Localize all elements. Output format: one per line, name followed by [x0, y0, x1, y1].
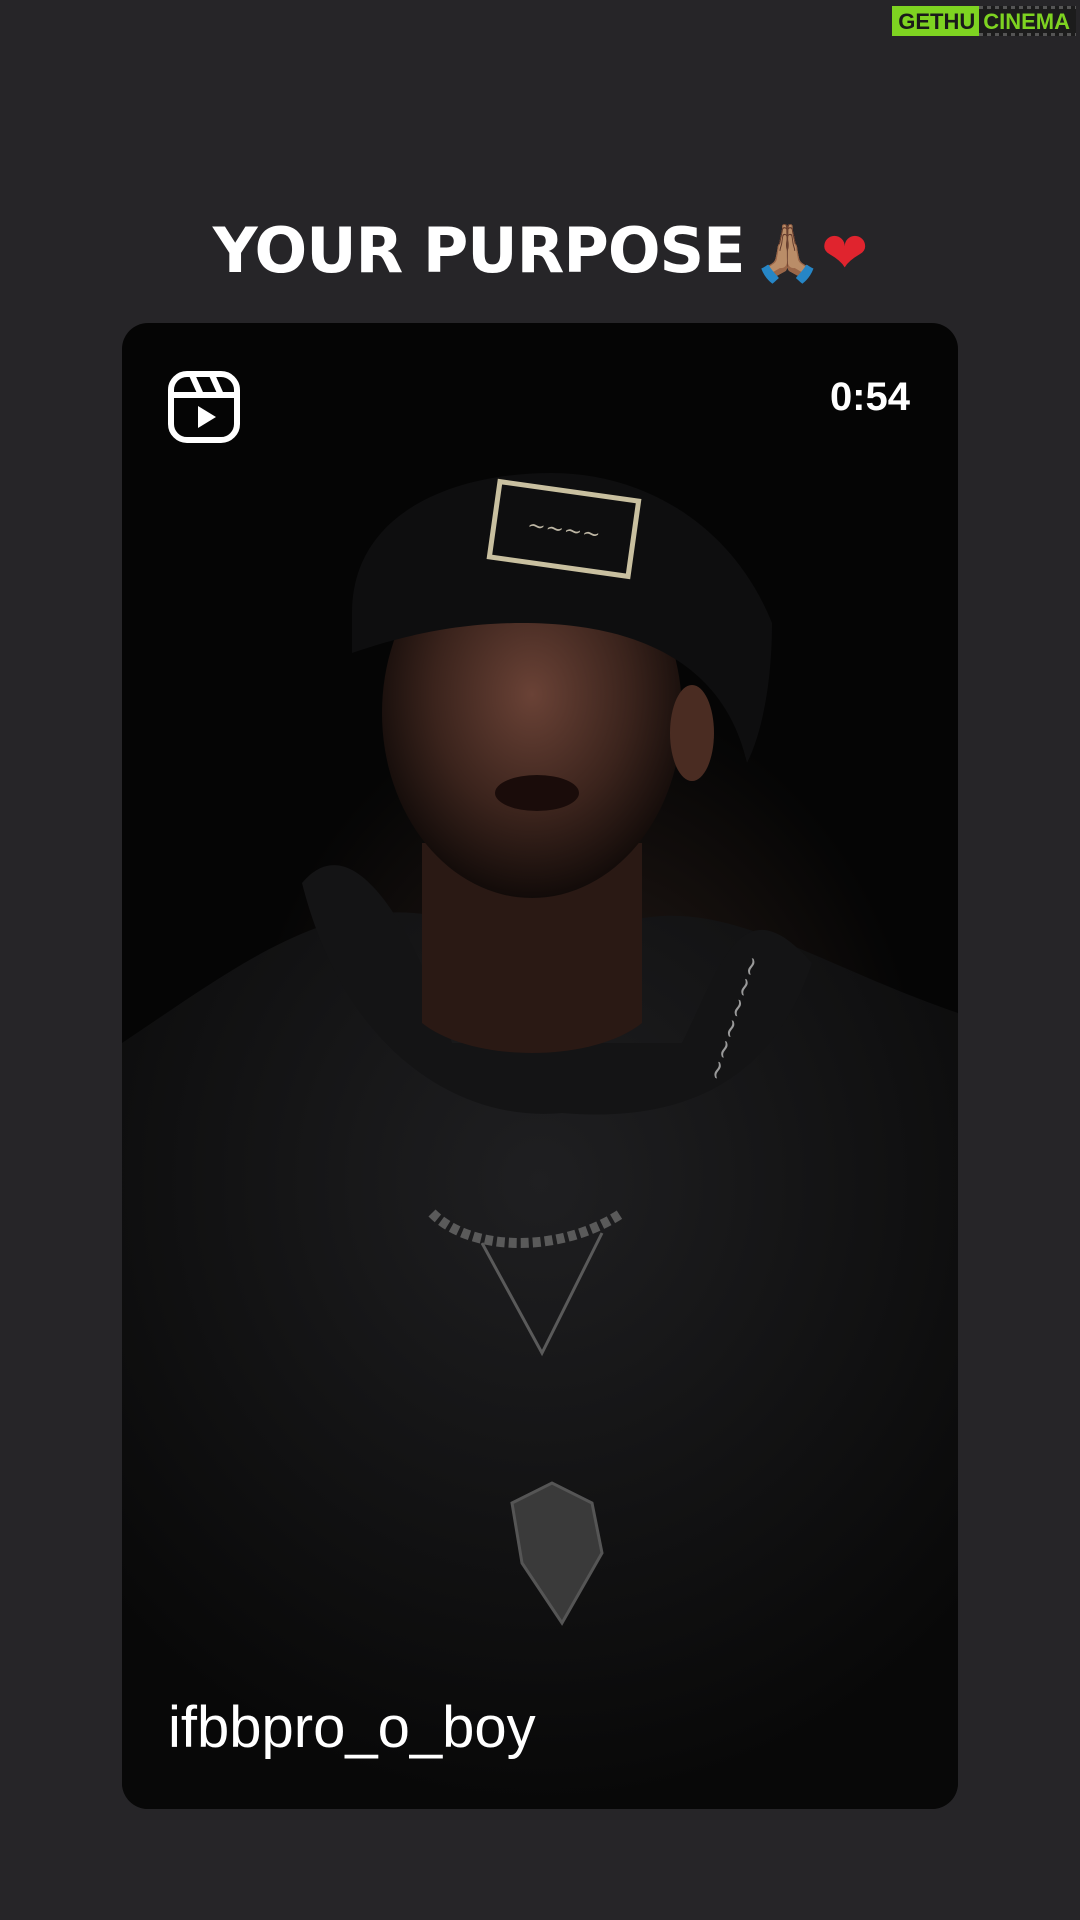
reel-card[interactable]: ~~~~ ~~~~~~ 0:54 ifbbpro_o_boy [122, 323, 958, 1809]
reels-icon [168, 371, 240, 443]
caption-text: YOUR PURPOSE [212, 214, 746, 287]
video-frame: ~~~~ ~~~~~~ [122, 473, 958, 1809]
ear-shape [670, 685, 714, 781]
story-caption: YOUR PURPOSE 🙏🏽❤ [0, 214, 1080, 287]
watermark-part-2: CINEMA [979, 6, 1076, 36]
watermark-part-1: GETHU [892, 6, 980, 36]
pray-emoji: 🙏🏽 [752, 221, 823, 286]
mouth-shape [495, 775, 579, 811]
video-duration: 0:54 [829, 375, 910, 419]
reel-username[interactable]: ifbbpro_o_boy [168, 1694, 536, 1761]
heart-emoji: ❤ [821, 221, 868, 286]
channel-watermark: GETHU CINEMA [892, 6, 1076, 36]
